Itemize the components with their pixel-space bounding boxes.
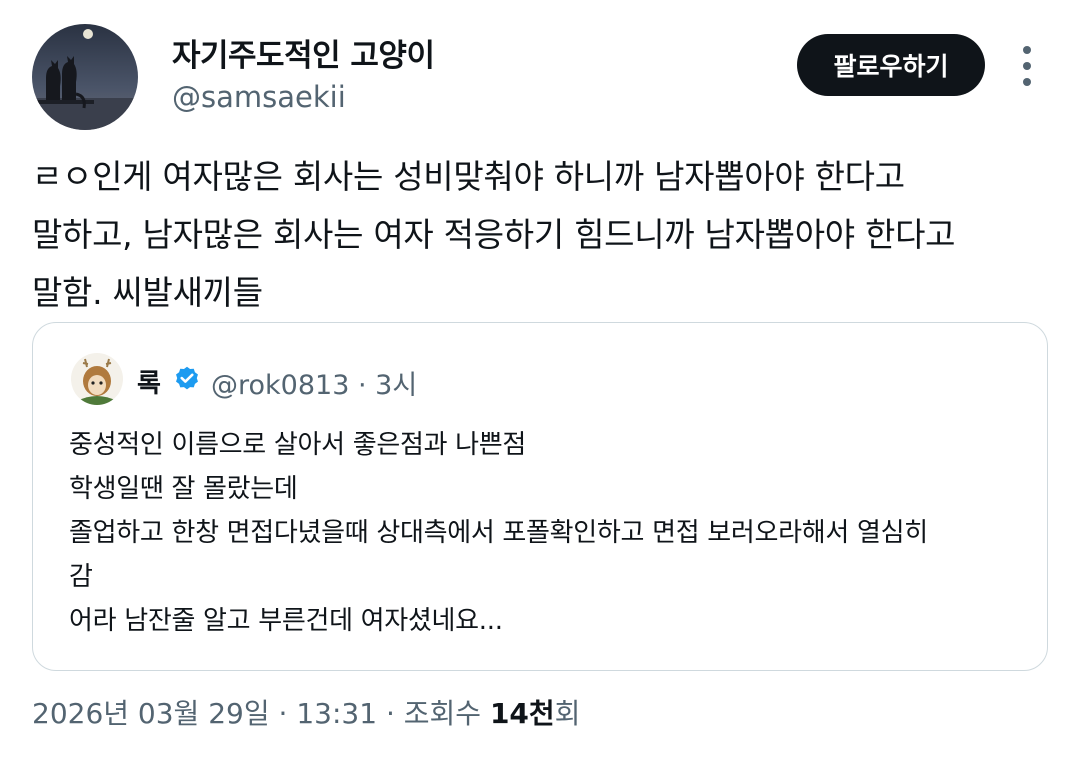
views-count: 14천 <box>489 697 555 730</box>
tweet-text: ㄹㅇ인게 여자많은 회사는 성비맞춰야 하니까 남자뽑아야 한다고 말하고, 남… <box>32 148 1042 322</box>
tweet-meta: 2026년 03월 29일 · 13:31 · 조회수 14천회 <box>32 692 580 732</box>
tweet-line: 말함. 씨발새끼들 <box>32 273 263 312</box>
quote-time[interactable]: 3시 <box>375 370 417 401</box>
tweet-line: 말하고, 남자많은 회사는 여자 적응하기 힘드니까 남자뽑아야 한다고 <box>32 215 956 254</box>
author-display-name[interactable]: 자기주도적인 고양이 <box>172 30 435 75</box>
more-vertical-icon[interactable] <box>1014 46 1040 86</box>
quote-author-avatar[interactable] <box>71 353 123 405</box>
meta-separator: · <box>385 697 395 730</box>
quote-line: 감 <box>69 562 93 592</box>
meta-separator: · <box>278 697 288 730</box>
quote-line: 중성적인 이름으로 살아서 좋은점과 나쁜점 <box>69 430 527 460</box>
verified-badge-icon <box>176 366 198 390</box>
follow-button[interactable]: 팔로우하기 <box>797 34 985 96</box>
meta-separator: · <box>357 370 367 401</box>
post-date[interactable]: 2026년 03월 29일 <box>32 697 270 730</box>
tweet-line: ㄹㅇ인게 여자많은 회사는 성비맞춰야 하니까 남자뽑아야 한다고 <box>32 157 905 196</box>
quote-line: 학생일땐 잘 몰랐는데 <box>69 474 298 504</box>
views-label: 조회수 <box>403 697 482 730</box>
quote-author-meta: @rok0813 · 3시 <box>211 363 417 402</box>
cat-silhouette-moon-avatar <box>32 24 138 130</box>
deer-character-avatar <box>71 353 123 405</box>
quote-text: 중성적인 이름으로 살아서 좋은점과 나쁜점 학생일땐 잘 몰랐는데 졸업하고 … <box>69 423 1029 643</box>
more-dot <box>1023 78 1031 86</box>
more-dot <box>1023 46 1031 54</box>
quote-line: 졸업하고 한창 면접다녔을때 상대측에서 포폴확인하고 면접 보러오라해서 열심… <box>69 518 928 548</box>
post-time[interactable]: 13:31 <box>296 697 377 730</box>
tweet-detail: 자기주도적인 고양이 @samsaekii 팔로우하기 ㄹㅇ인게 여자많은 회사… <box>0 0 1080 759</box>
quote-tweet-card[interactable]: 록 @rok0813 · 3시 중성적인 이름으로 살아서 좋은점과 나쁜점 학… <box>32 322 1048 671</box>
quote-author-handle[interactable]: @rok0813 <box>211 370 349 401</box>
author-handle[interactable]: @samsaekii <box>172 80 346 114</box>
views-suffix: 회 <box>554 697 581 730</box>
quote-author-name[interactable]: 록 <box>137 363 161 400</box>
author-avatar[interactable] <box>32 24 138 130</box>
more-dot <box>1023 62 1031 70</box>
quote-line: 어라 남잔줄 알고 부른건데 여자셨네요... <box>69 606 503 636</box>
